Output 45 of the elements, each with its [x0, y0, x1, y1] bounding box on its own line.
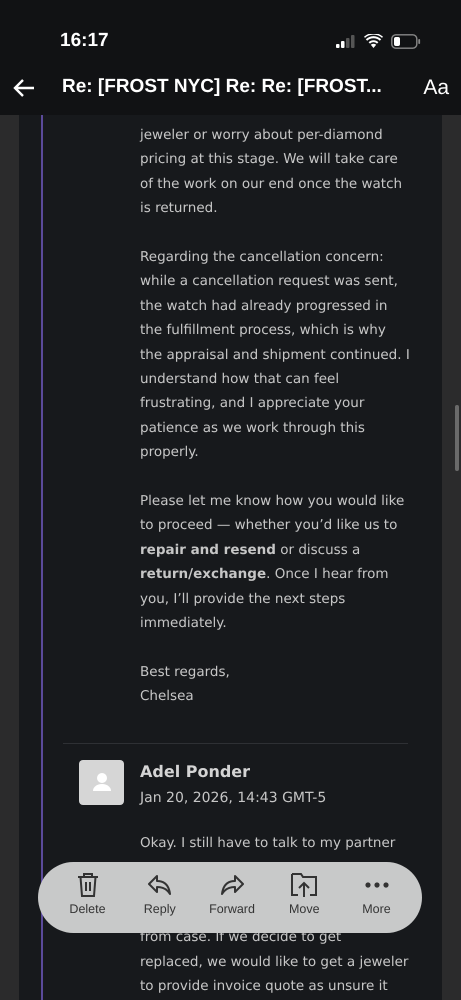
message-text-line: Chelsea — [139, 687, 195, 706]
message-date: Jan 20, 2026, 14:43 GMT-5 — [140, 788, 326, 808]
message-text-line: immediately. — [139, 614, 228, 634]
message-text-line: the watch had already progressed in — [139, 296, 388, 316]
folder-upload-icon — [290, 872, 318, 898]
toolbar-button[interactable]: Reply — [124, 870, 196, 933]
message-text-line: frustrating, and I appreciate your — [139, 394, 366, 414]
toolbar-button[interactable]: More — [341, 870, 412, 933]
message-text-line: replaced, we would like to get a jeweler — [139, 952, 408, 972]
message-text-line: repair and resend or discuss a — [139, 540, 362, 560]
message-text-line: to provide invoice quote as unsure it — [139, 976, 389, 996]
message-text-line: Please let me know how you would like — [139, 492, 406, 512]
wifi-icon — [364, 34, 383, 48]
forward-icon — [219, 873, 245, 897]
message-text-line: properly. — [139, 443, 200, 462]
reply-icon — [146, 873, 173, 897]
battery-icon — [391, 34, 421, 48]
message-text-line: Okay. I still have to talk to my partner — [139, 834, 396, 853]
trash-icon — [76, 872, 100, 898]
message-text-line: is returned. — [139, 199, 219, 218]
person-icon — [90, 771, 112, 794]
signal-icon — [336, 34, 356, 48]
back-arrow-icon — [12, 78, 36, 98]
message-text-line: pricing at this stage. We will take care — [139, 150, 399, 170]
status-time: 16:17 — [60, 28, 109, 53]
message-text-line: Best regards, — [139, 662, 231, 682]
message-text-line: of the work on our end once the watch — [139, 174, 404, 194]
message-text-line: while a cancellation request was sent, — [139, 272, 399, 292]
message-text-line: return/exchange. Once I hear from — [139, 565, 390, 584]
more-icon — [364, 882, 388, 888]
message-text-line: you, I’ll provide the next steps — [139, 590, 346, 609]
scroll-thumb — [455, 405, 459, 471]
message-text-line: to proceed — whether you’d like us to — [139, 516, 398, 536]
message-text-line: the fulfillment process, which is why — [139, 321, 387, 340]
message-text-line: the appraisal and shipment continued. I — [139, 346, 408, 365]
text-size-button[interactable]: Aa — [421, 72, 451, 104]
message-text-line: Regarding the cancellation concern: — [139, 248, 385, 268]
toolbar-button[interactable]: Move — [268, 870, 340, 933]
message-text-line: patience as we work through this — [139, 418, 366, 438]
sender-name: Adel Ponder — [140, 760, 252, 783]
message-text-line: jeweler or worry about per-diamond — [138, 126, 384, 145]
toolbar-button[interactable]: Forward — [196, 870, 268, 933]
message-text-line: understand how that can feel — [139, 370, 340, 390]
toolbar-button[interactable]: Delete — [52, 870, 123, 933]
email-subject: Re: [FROST NYC] Re: Re: [FROST... — [62, 75, 382, 100]
